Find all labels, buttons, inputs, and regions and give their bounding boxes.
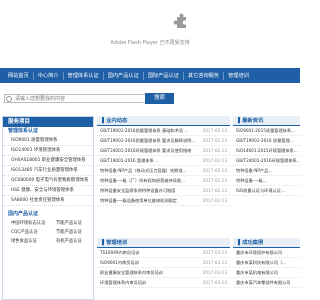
service-item[interactable]: OHSAS18001 职业健康安全管理体系 bbox=[3, 156, 93, 166]
news-item[interactable]: 特种设备-一级设备使用单位维修检测规定 2017-02-13 bbox=[97, 196, 230, 206]
training-item-title[interactable]: TS16949内审员培训 bbox=[100, 248, 139, 257]
case-item[interactable]: 重庆市某科技有限公司（... bbox=[233, 258, 300, 268]
latest-item[interactable]: GB/T19001-2016 质量管理... bbox=[233, 136, 300, 146]
training-list: TS16949内审员培训 2017-03-13 ISO9001内审员培训 2017-0… bbox=[97, 248, 230, 288]
latest-item[interactable]: ISO14001:2015环境管理体系... bbox=[233, 146, 300, 156]
cases-list: 重庆市环境保护有限公司 重庆市某科技有限公司（... 重庆市某机电有限公司 重庆市某汽… bbox=[233, 248, 300, 288]
case-item[interactable]: 重庆市环境保护有限公司 bbox=[233, 248, 300, 258]
latest-news-title: ▌最新资讯 bbox=[233, 116, 300, 126]
latest-item[interactable]: ISO质量认证与环境认证... bbox=[233, 186, 300, 196]
training-title: ▌管理培训 bbox=[97, 238, 230, 248]
domestic-cert-item[interactable]: 节能产品认证 bbox=[48, 228, 93, 237]
training-item-date: 2017-03-13 bbox=[202, 250, 227, 255]
news-item[interactable]: GB/T19001-2016质量管理体系 要求及解释说明... 2017-02-1… bbox=[97, 136, 230, 146]
news-item-title[interactable]: 特种设备-NP产品（移动式压力容器）先期准... bbox=[100, 166, 187, 175]
news-item-date: 2017-02-13 bbox=[202, 168, 227, 173]
services-panel: 服务项目 管理体系认证 ISO9001 质量管理体系 ISO14001 环境管理… bbox=[2, 116, 94, 300]
services-title: 服务项目 bbox=[3, 117, 93, 127]
news-item-title[interactable]: GB/T19001-2016质量管理体系 要求及解释说明... bbox=[100, 136, 195, 145]
service-item[interactable]: ISO14001 环境管理体系 bbox=[3, 146, 93, 156]
flash-message: Adobe Flash Player 已不再受支持 bbox=[110, 40, 190, 46]
nav-item-domestic-cert[interactable]: 国内产品认证 bbox=[104, 68, 143, 83]
training-item[interactable]: ISO9001内审员培训 2017-03-13 bbox=[97, 258, 230, 268]
case-item[interactable]: 重庆市某汽车零部件有限公司 bbox=[233, 278, 300, 288]
case-item[interactable]: 重庆市某机电有限公司 bbox=[233, 268, 300, 278]
service-item[interactable]: QC080000 电子电气有害物质管理体系 bbox=[3, 176, 93, 186]
puzzle-icon bbox=[173, 13, 186, 28]
domestic-cert-item[interactable]: 绿色食品认证 bbox=[3, 237, 48, 246]
industry-news-panel: ▌业内动态 GB/T19001-2016质量管理体系 基础和术语 ... 2017… bbox=[97, 116, 230, 233]
search-bar: 请输入您想要找的内容 搜索 bbox=[0, 88, 300, 110]
news-list: GB/T19001-2016质量管理体系 基础和术语 ... 2017-02-13… bbox=[97, 126, 230, 206]
nav-item-intl-cert[interactable]: 国际产品认证 bbox=[144, 68, 183, 83]
training-item-date: 2017-03-13 bbox=[202, 260, 227, 265]
news-item-date: 2017-02-13 bbox=[202, 148, 227, 153]
service-item[interactable]: ISO9001 质量管理体系 bbox=[3, 136, 93, 146]
news-item-date: 2017-02-13 bbox=[202, 178, 227, 183]
domestic-cert-item[interactable]: 有机产品认证 bbox=[48, 237, 93, 246]
training-item-title[interactable]: ISO9001内审员培训 bbox=[100, 258, 139, 267]
domestic-cert-grid: 中国环境标志认证 节能产品认证 CQC产品认证 节能产品认证 绿色食品认证 有机… bbox=[3, 219, 93, 246]
news-item[interactable]: 特种设备-一级（厂）所有权和经营者持续收... 2017-02-13 bbox=[97, 176, 230, 186]
news-item-date: 2017-02-13 bbox=[202, 198, 227, 203]
news-item-date: 2017-02-13 bbox=[202, 128, 227, 133]
latest-item[interactable]: 特种设备-NP产品... bbox=[233, 166, 300, 176]
nav-item-consulting[interactable]: 其它咨询服务 bbox=[184, 68, 223, 83]
domestic-cert-item[interactable]: 中国环境标志认证 bbox=[3, 219, 48, 228]
training-item[interactable]: TS16949内审员培训 2017-03-13 bbox=[97, 248, 230, 258]
industry-news-title: ▌业内动态 bbox=[97, 116, 230, 126]
domestic-cert-item[interactable]: 节能产品认证 bbox=[48, 219, 93, 228]
flash-placeholder: Adobe Flash Player 已不再受支持 bbox=[0, 0, 300, 68]
service-item[interactable]: HSE 健康、安全与环境管理体系 bbox=[3, 186, 93, 196]
nav-item-about[interactable]: 中心简介 bbox=[34, 68, 63, 83]
news-item-title[interactable]: 特种设备-一级（厂）所有权和经营者持续收... bbox=[100, 176, 185, 185]
search-button[interactable]: 搜索 bbox=[145, 93, 174, 104]
news-item[interactable]: 特种设备-NP产品（移动式压力容器）先期准... 2017-02-13 bbox=[97, 166, 230, 176]
section-system-cert[interactable]: 管理体系认证 bbox=[3, 127, 93, 136]
news-item-title[interactable]: GB/T24001-2016环境管理体系 要求及使用指南 bbox=[100, 146, 191, 155]
latest-list: ISO9001:2015质量管理体系... GB/T19001-2016 质量管理… bbox=[233, 126, 300, 196]
news-item-date: 2017-02-13 bbox=[202, 188, 227, 193]
latest-item[interactable]: 特种设备-一级... bbox=[233, 176, 300, 186]
cases-panel: ▌成功案例 重庆市环境保护有限公司 重庆市某科技有限公司（... 重庆市某机电有限公… bbox=[233, 238, 300, 300]
news-item[interactable]: GB/T19001-2016 管理体系 ... 2017-02-13 bbox=[97, 156, 230, 166]
section-domestic-cert[interactable]: 国内产品认证 bbox=[3, 210, 93, 219]
nav-item-system-cert[interactable]: 管理体系认证 bbox=[64, 68, 103, 83]
service-item[interactable]: SA8000 社会责任管理体系 bbox=[3, 196, 93, 206]
news-item-date: 2017-02-13 bbox=[202, 158, 227, 163]
news-item-title[interactable]: GB/T19001-2016质量管理体系 基础和术语 ... bbox=[100, 126, 188, 135]
news-item-title[interactable]: GB/T19001-2016 管理体系 ... bbox=[100, 156, 159, 165]
training-item[interactable]: 职业健康安全管理体系内审员培训 2017-03-13 bbox=[97, 268, 230, 278]
latest-item[interactable]: ISO9001:2015质量管理体系... bbox=[233, 126, 300, 136]
search-icon bbox=[6, 96, 12, 102]
nav-item-training[interactable]: 管理培训 bbox=[224, 68, 253, 83]
news-item-title[interactable]: 特种设备-一级设备使用单位维修检测规定 bbox=[100, 196, 177, 205]
news-item[interactable]: GB/T24001-2016环境管理体系 要求及使用指南 2017-02-13 bbox=[97, 146, 230, 156]
domestic-cert-item[interactable]: CQC产品认证 bbox=[3, 228, 48, 237]
news-item-title[interactable]: 特种设备安全监察条例特种设备许可制度 bbox=[100, 186, 175, 195]
cases-title: ▌成功案例 bbox=[233, 238, 300, 248]
training-item[interactable]: 环境管理体系内审员培训 2017-03-13 bbox=[97, 278, 230, 288]
training-item-date: 2017-03-13 bbox=[202, 280, 227, 285]
news-item[interactable]: GB/T19001-2016质量管理体系 基础和术语 ... 2017-02-13 bbox=[97, 126, 230, 136]
main-nav: 网站首页 中心简介 管理体系认证 国内产品认证 国际产品认证 其它咨询服务 管理… bbox=[0, 68, 300, 83]
news-item[interactable]: 特种设备安全监察条例特种设备许可制度 2017-02-13 bbox=[97, 186, 230, 196]
news-item-date: 2017-02-13 bbox=[202, 138, 227, 143]
training-item-title[interactable]: 职业健康安全管理体系内审员培训 bbox=[100, 268, 163, 277]
latest-news-panel: ▌最新资讯 ISO9001:2015质量管理体系... GB/T19001-201… bbox=[233, 116, 300, 233]
latest-item[interactable]: GB/T24001-2016环境管理体系... bbox=[233, 156, 300, 166]
training-item-date: 2017-03-13 bbox=[202, 270, 227, 275]
search-input[interactable]: 请输入您想要找的内容 bbox=[4, 94, 146, 103]
training-panel: ▌管理培训 TS16949内审员培训 2017-03-13 ISO9001内审员培训… bbox=[97, 238, 230, 300]
nav-item-home[interactable]: 网站首页 bbox=[4, 68, 33, 83]
training-item-title[interactable]: 环境管理体系内审员培训 bbox=[100, 278, 146, 287]
service-item[interactable]: ISO13485 汽车行业质量管理体系 bbox=[3, 166, 93, 176]
